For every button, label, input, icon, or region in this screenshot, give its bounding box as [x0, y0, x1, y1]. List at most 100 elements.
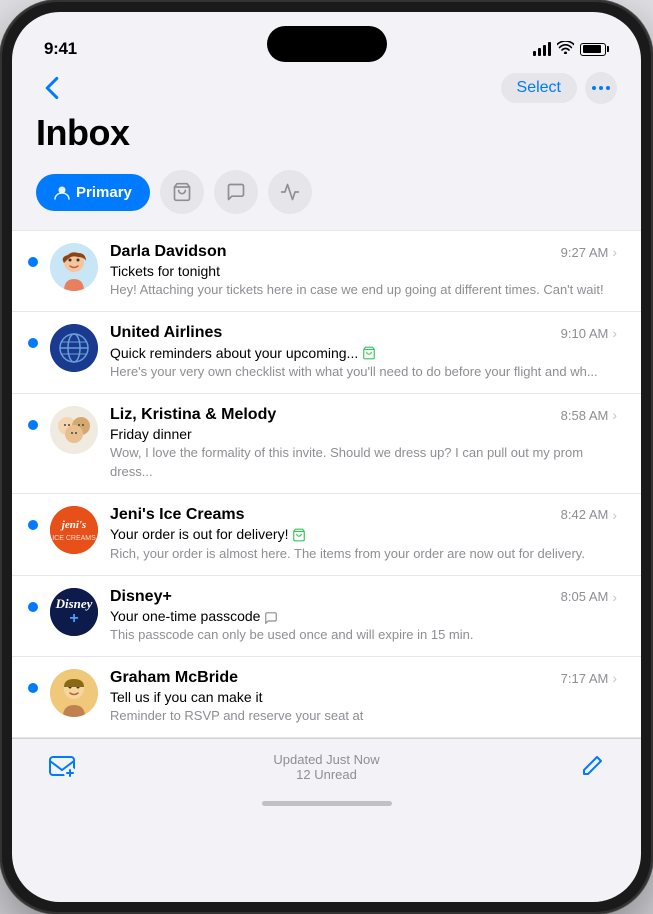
email-content: Jeni's Ice Creams 8:42 AM › Your order i…	[110, 506, 617, 563]
email-meta: 8:42 AM ›	[561, 507, 617, 523]
email-item[interactable]: Graham McBride 7:17 AM › Tell us if you …	[12, 657, 641, 738]
email-subject: Your one-time passcode	[110, 608, 617, 624]
email-preview: Here's your very own checklist with what…	[110, 363, 617, 381]
compose-button[interactable]	[573, 749, 609, 785]
email-item[interactable]: Disney + Disney+ 8:05 AM › Your one-time…	[12, 576, 641, 657]
category-tabs: Primary	[12, 170, 641, 230]
updated-status: Updated Just Now	[273, 752, 379, 767]
bottom-toolbar: Updated Just Now 12 Unread	[12, 738, 641, 793]
email-item[interactable]: jeni's ICE CREAMS Jeni's Ice Creams 8:42…	[12, 494, 641, 576]
email-time: 8:42 AM	[561, 507, 609, 522]
shop-badge	[362, 344, 376, 361]
email-time: 9:10 AM	[561, 326, 609, 341]
signal-icon	[533, 42, 551, 56]
email-meta: 9:27 AM ›	[561, 244, 617, 260]
email-time: 8:58 AM	[561, 408, 609, 423]
wifi-icon	[557, 41, 574, 57]
shop-badge	[292, 526, 306, 543]
select-button[interactable]: Select	[501, 73, 577, 103]
svg-text:ICE CREAMS: ICE CREAMS	[52, 535, 96, 542]
email-header: Liz, Kristina & Melody 8:58 AM ›	[110, 406, 617, 424]
toolbar-center: Updated Just Now 12 Unread	[273, 752, 379, 782]
sender-name: Graham McBride	[110, 669, 238, 687]
tab-shopping[interactable]	[160, 170, 204, 214]
email-preview: This passcode can only be used once and …	[110, 626, 617, 644]
back-button[interactable]	[36, 72, 68, 104]
email-subject: Tickets for tonight	[110, 263, 617, 279]
unread-indicator	[28, 520, 38, 530]
mailbox-button[interactable]	[44, 749, 80, 785]
sender-name: Disney+	[110, 588, 172, 606]
more-button[interactable]	[585, 72, 617, 104]
tab-primary[interactable]: Primary	[36, 174, 150, 211]
unread-indicator	[28, 338, 38, 348]
battery-icon	[580, 43, 609, 56]
phone-frame: 9:41	[0, 0, 653, 914]
phone-screen: 9:41	[12, 12, 641, 902]
email-meta: 7:17 AM ›	[561, 670, 617, 686]
email-preview: Wow, I love the formality of this invite…	[110, 444, 617, 480]
email-item[interactable]: United Airlines 9:10 AM › Quick reminder…	[12, 312, 641, 394]
email-time: 7:17 AM	[561, 671, 609, 686]
svg-text:+: +	[69, 610, 78, 627]
avatar: Disney +	[50, 588, 98, 636]
email-content: Liz, Kristina & Melody 8:58 AM › Friday …	[110, 406, 617, 480]
tab-promos[interactable]	[268, 170, 312, 214]
dynamic-island	[267, 26, 387, 62]
email-preview: Hey! Attaching your tickets here in case…	[110, 281, 617, 299]
chevron-icon: ›	[612, 670, 617, 686]
status-icons	[533, 41, 609, 57]
nav-bar: Select	[12, 68, 641, 112]
unread-indicator	[28, 420, 38, 430]
email-meta: 8:58 AM ›	[561, 407, 617, 423]
nav-actions: Select	[501, 72, 617, 104]
avatar	[50, 406, 98, 454]
chevron-icon: ›	[612, 325, 617, 341]
tab-social[interactable]	[214, 170, 258, 214]
unread-indicator	[28, 602, 38, 612]
email-header: Jeni's Ice Creams 8:42 AM ›	[110, 506, 617, 524]
sender-name: Darla Davidson	[110, 243, 226, 261]
email-meta: 8:05 AM ›	[561, 589, 617, 605]
avatar	[50, 669, 98, 717]
email-subject: Friday dinner	[110, 426, 617, 442]
email-subject: Your order is out for delivery!	[110, 526, 617, 543]
tab-primary-label: Primary	[76, 184, 132, 201]
home-bar	[262, 801, 392, 806]
email-header: United Airlines 9:10 AM ›	[110, 324, 617, 342]
email-item[interactable]: Darla Davidson 9:27 AM › Tickets for ton…	[12, 230, 641, 312]
email-content: Disney+ 8:05 AM › Your one-time passcode	[110, 588, 617, 644]
status-time: 9:41	[44, 39, 77, 59]
page-title: Inbox	[12, 112, 641, 170]
email-content: Darla Davidson 9:27 AM › Tickets for ton…	[110, 243, 617, 299]
svg-text:Disney: Disney	[55, 596, 93, 611]
email-subject: Quick reminders about your upcoming...	[110, 344, 617, 361]
chevron-icon: ›	[612, 407, 617, 423]
email-preview: Rich, your order is almost here. The ite…	[110, 545, 617, 563]
chevron-icon: ›	[612, 244, 617, 260]
sender-name: Liz, Kristina & Melody	[110, 406, 276, 424]
email-content: United Airlines 9:10 AM › Quick reminder…	[110, 324, 617, 381]
email-item[interactable]: Liz, Kristina & Melody 8:58 AM › Friday …	[12, 394, 641, 493]
email-subject: Tell us if you can make it	[110, 689, 617, 705]
email-header: Disney+ 8:05 AM ›	[110, 588, 617, 606]
sender-name: Jeni's Ice Creams	[110, 506, 245, 524]
chat-badge	[264, 608, 278, 624]
avatar	[50, 324, 98, 372]
unread-indicator	[28, 683, 38, 693]
chevron-icon: ›	[612, 589, 617, 605]
unread-count: 12 Unread	[273, 767, 379, 782]
home-indicator	[12, 793, 641, 810]
avatar	[50, 243, 98, 291]
unread-indicator	[28, 257, 38, 267]
sender-name: United Airlines	[110, 324, 222, 342]
email-time: 8:05 AM	[561, 589, 609, 604]
email-time: 9:27 AM	[561, 245, 609, 260]
chevron-icon: ›	[612, 507, 617, 523]
email-content: Graham McBride 7:17 AM › Tell us if you …	[110, 669, 617, 725]
email-header: Darla Davidson 9:27 AM ›	[110, 243, 617, 261]
svg-text:jeni's: jeni's	[60, 519, 86, 531]
email-header: Graham McBride 7:17 AM ›	[110, 669, 617, 687]
email-list: Darla Davidson 9:27 AM › Tickets for ton…	[12, 230, 641, 738]
avatar: jeni's ICE CREAMS	[50, 506, 98, 554]
